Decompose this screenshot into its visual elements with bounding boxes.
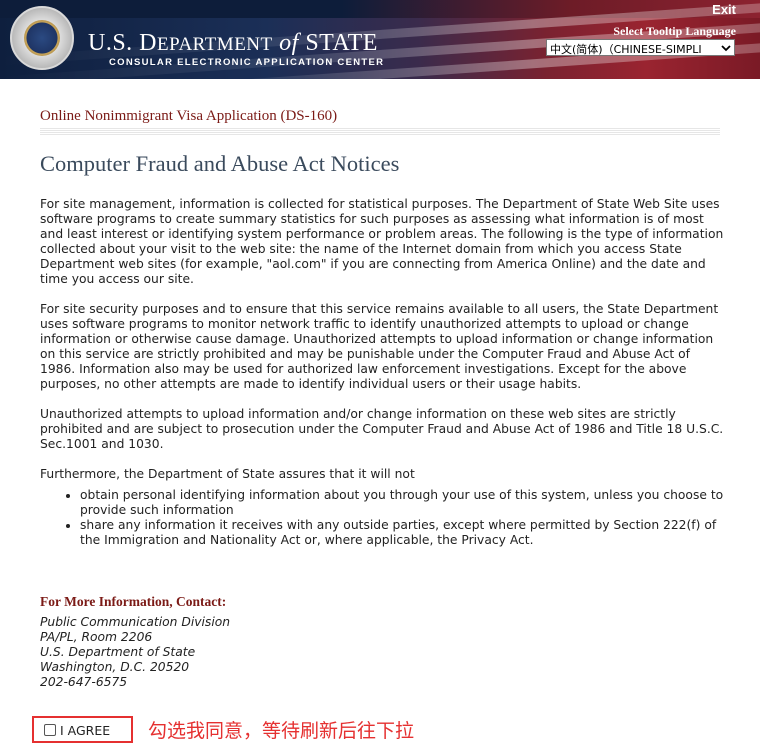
tooltip-language-label: Select Tooltip Language xyxy=(613,24,736,38)
seal-eagle-icon xyxy=(24,20,60,56)
site-subtitle: CONSULAR ELECTRONIC APPLICATION CENTER xyxy=(109,57,385,68)
site-title: U.S. DEPARTMENT of STATE xyxy=(88,30,378,57)
site-title-prefix: U.S. D xyxy=(88,30,158,56)
site-title-of: of xyxy=(279,30,299,56)
tooltip-language-value: 中文(简体)（CHINESE-SIMPLI xyxy=(550,43,702,56)
tooltip-language-select[interactable]: 中文(简体)（CHINESE-SIMPLI xyxy=(546,39,735,56)
contact-line: PA/PL, Room 2206 xyxy=(40,630,153,644)
page-title: Computer Fraud and Abuse Act Notices xyxy=(40,151,400,176)
contact-line: Public Communication Division xyxy=(40,615,231,629)
notice-content: For site management, information is coll… xyxy=(40,197,725,548)
chevron-down-icon xyxy=(721,45,731,52)
contact-line: U.S. Department of State xyxy=(40,645,196,659)
notice-paragraph: For site management, information is coll… xyxy=(40,197,724,286)
header-banner: U.S. DEPARTMENT of STATE CONSULAR ELECTR… xyxy=(0,0,760,79)
notice-paragraph: For site security purposes and to ensure… xyxy=(40,302,719,391)
list-item: obtain personal identifying information … xyxy=(80,488,725,518)
title-divider xyxy=(40,127,720,135)
application-title: Online Nonimmigrant Visa Application (DS… xyxy=(40,108,338,124)
contact-line: 202-647-6575 xyxy=(40,675,128,689)
site-title-state: STATE xyxy=(305,30,378,56)
assurance-list: obtain personal identifying information … xyxy=(40,488,725,548)
site-title-dept: EPARTMENT xyxy=(157,34,273,55)
contact-address: Public Communication Division PA/PL, Roo… xyxy=(40,615,230,690)
notice-paragraph: Furthermore, the Department of State ass… xyxy=(40,467,415,481)
agree-checkbox[interactable] xyxy=(44,724,56,736)
exit-link[interactable]: Exit xyxy=(712,2,736,17)
department-seal-logo xyxy=(10,6,74,70)
list-item: share any information it receives with a… xyxy=(80,518,725,548)
notice-paragraph: Unauthorized attempts to upload informat… xyxy=(40,407,724,451)
contact-line: Washington, D.C. 20520 xyxy=(40,660,190,674)
agree-label[interactable]: I AGREE xyxy=(60,723,110,738)
contact-heading: For More Information, Contact: xyxy=(40,594,227,609)
instruction-annotation: 勾选我同意，等待刷新后往下拉 xyxy=(148,720,415,742)
